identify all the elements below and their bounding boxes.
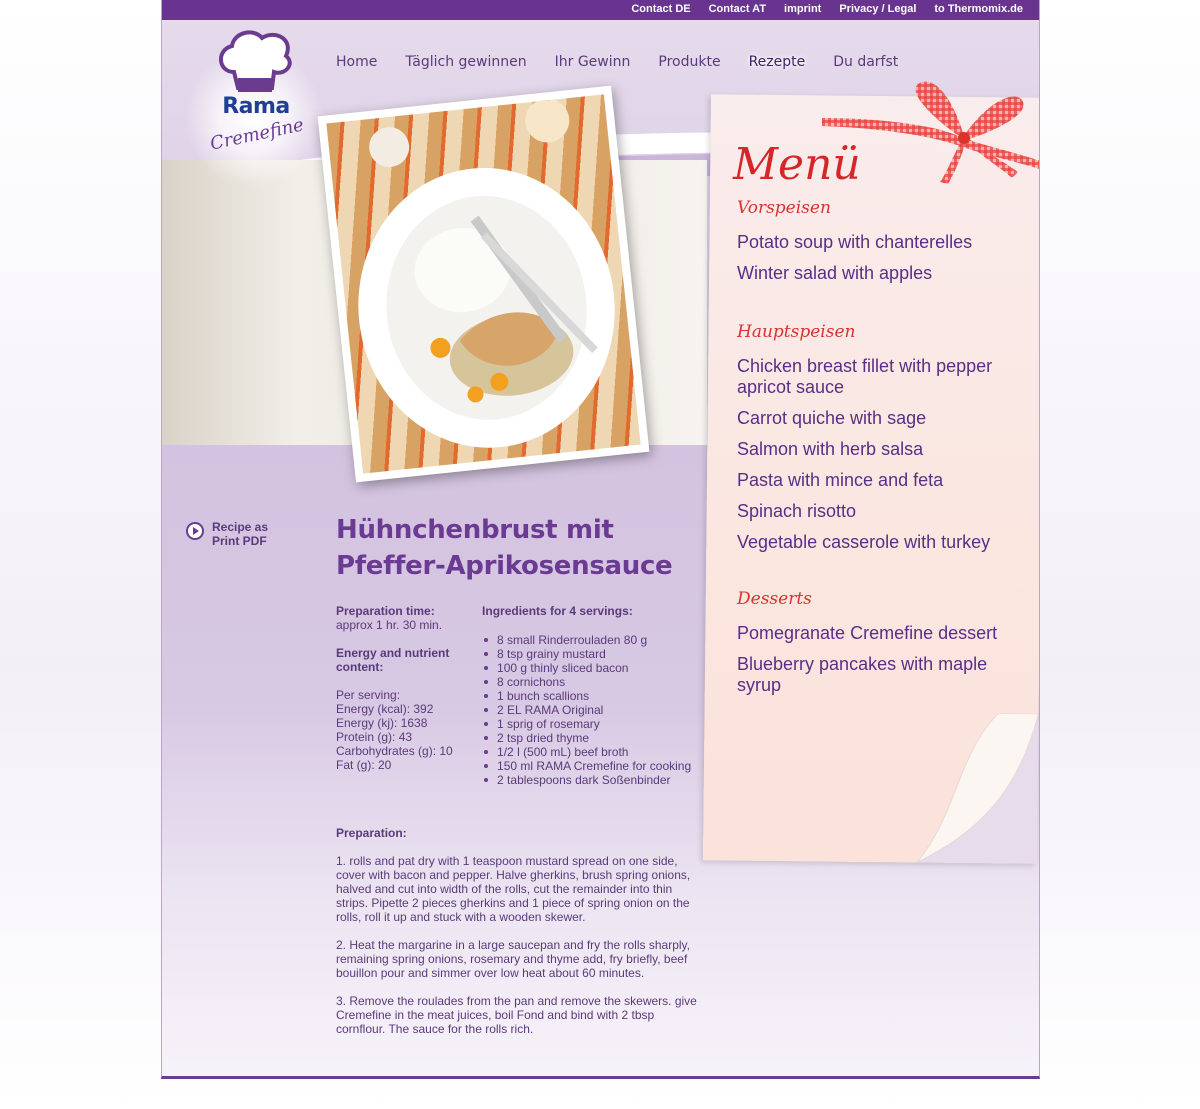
menu-section-desserts: Desserts [737, 589, 812, 609]
menu-item-chicken-breast[interactable]: Chicken breast fillet with pepper aprico… [737, 356, 1027, 398]
page-curl [916, 712, 1039, 864]
menu-section-vorspeisen: Vorspeisen [737, 198, 831, 218]
contact-at-link[interactable]: Contact AT [709, 3, 766, 15]
preparation: Preparation: 1. rolls and pat dry with 1… [336, 826, 706, 1036]
arrow-right-icon [186, 522, 204, 540]
ingredient-item: 2 tsp dried thyme [482, 731, 706, 745]
menu-item-pasta[interactable]: Pasta with mince and feta [737, 470, 1027, 491]
recipe-title-line2: Pfeffer-Aprikosensauce [336, 551, 673, 581]
prep-time-value: approx 1 hr. 30 min. [336, 618, 443, 632]
nutrient-kcal: Energy (kcal): 392 [336, 702, 434, 716]
ingredient-item: 8 tsp grainy mustard [482, 647, 706, 661]
menu-item-winter-salad[interactable]: Winter salad with apples [737, 263, 1027, 284]
pdf-link-label: Recipe as Print PDF [212, 520, 282, 548]
menu-item-salmon[interactable]: Salmon with herb salsa [737, 439, 1027, 460]
prep-time-label: Preparation time: [336, 604, 435, 618]
ingredient-item: 1 bunch scallions [482, 689, 706, 703]
recipe-meta: Preparation time: approx 1 hr. 30 min. E… [336, 604, 482, 787]
ingredients-list: 8 small Rinderrouladen 80 g 8 tsp grainy… [482, 633, 706, 787]
recipe-title-line1: Hühnchenbrust mit [336, 515, 614, 545]
menu-item-blueberry-pancakes[interactable]: Blueberry pancakes with maple syrup [737, 654, 1027, 696]
nav-du-darfst[interactable]: Du darfst [833, 54, 898, 70]
nav-rezepte[interactable]: Rezepte [749, 54, 806, 70]
recipe-pdf-link[interactable]: Recipe as Print PDF [186, 520, 282, 548]
recipe-title: Hühnchenbrust mit Pfeffer-Aprikosensauce [336, 512, 706, 584]
recipe-photo [317, 85, 650, 483]
nutrient-protein: Protein (g): 43 [336, 730, 413, 744]
chef-hat-icon [219, 30, 292, 92]
ribbon-bow-icon [822, 81, 1039, 184]
ingredient-item: 8 small Rinderrouladen 80 g [482, 633, 706, 647]
ingredients: Ingredients for 4 servings: 8 small Rind… [482, 604, 706, 787]
privacy-legal-link[interactable]: Privacy / Legal [839, 3, 916, 15]
ingredient-item: 1 sprig of rosemary [482, 717, 706, 731]
rama-cremefine-logo[interactable]: Rama Cremefine [184, 28, 324, 188]
per-serving-label: Per serving: [336, 688, 401, 702]
ingredients-label: Ingredients for 4 servings: [482, 604, 633, 618]
top-bar: Contact DE Contact AT imprint Privacy / … [162, 0, 1039, 20]
nav-home[interactable]: Home [336, 54, 377, 70]
contact-de-link[interactable]: Contact DE [631, 3, 690, 15]
menu-content: Menü Vorspeisen Potato soup with chanter… [733, 140, 1027, 696]
preparation-step: 2. Heat the margarine in a large saucepa… [336, 938, 690, 980]
ingredient-item: 2 tablespoons dark Soßenbinder [482, 773, 706, 787]
recipe-photo-image [326, 94, 641, 474]
ingredient-item: 2 EL RAMA Original [482, 703, 706, 717]
nutrient-fat: Fat (g): 20 [336, 758, 392, 772]
logo-brand: Rama [222, 94, 290, 119]
menu-item-vegetable-casserole[interactable]: Vegetable casserole with turkey [737, 532, 1027, 553]
menu-item-pomegranate-dessert[interactable]: Pomegranate Cremefine dessert [737, 623, 1027, 644]
preparation-step: 1. rolls and pat dry with 1 teaspoon mus… [336, 854, 691, 924]
nutrient-kj: Energy (kj): 1638 [336, 716, 428, 730]
pdf-link-line2: Print PDF [212, 534, 267, 548]
nutrient-carbs: Carbohydrates (g): 10 [336, 744, 453, 758]
preparation-step: 3. Remove the roulades from the pan and … [336, 994, 697, 1036]
recipe-content: Hühnchenbrust mit Pfeffer-Aprikosensauce… [336, 512, 706, 1036]
ingredient-item: 100 g thinly sliced bacon [482, 661, 706, 675]
ingredient-item: 1/2 l (500 mL) beef broth [482, 745, 706, 759]
menu-item-spinach-risotto[interactable]: Spinach risotto [737, 501, 1027, 522]
plate-illustration [358, 98, 615, 448]
top-links: Contact DE Contact AT imprint Privacy / … [631, 3, 1023, 15]
ingredient-item: 150 ml RAMA Cremefine for cooking [482, 759, 706, 773]
nav-taeglich-gewinnen[interactable]: Täglich gewinnen [405, 54, 526, 70]
menu-item-carrot-quiche[interactable]: Carrot quiche with sage [737, 408, 1027, 429]
recipe-details: Preparation time: approx 1 hr. 30 min. E… [336, 604, 706, 787]
main-nav: Home Täglich gewinnen Ihr Gewinn Produkt… [336, 54, 898, 70]
pdf-link-line1: Recipe as [212, 520, 269, 534]
ingredient-item: 8 cornichons [482, 675, 706, 689]
page-container: Contact DE Contact AT imprint Privacy / … [161, 0, 1040, 1079]
energy-label: Energy and nutrient content: [336, 646, 450, 674]
thermomix-link[interactable]: to Thermomix.de [934, 3, 1023, 15]
preparation-label: Preparation: [336, 826, 407, 840]
nav-ihr-gewinn[interactable]: Ihr Gewinn [555, 54, 631, 70]
nav-produkte[interactable]: Produkte [658, 54, 720, 70]
menu-item-potato-soup[interactable]: Potato soup with chanterelles [737, 232, 1027, 253]
imprint-link[interactable]: imprint [784, 3, 821, 15]
menu-section-hauptspeisen: Hauptspeisen [737, 322, 856, 342]
